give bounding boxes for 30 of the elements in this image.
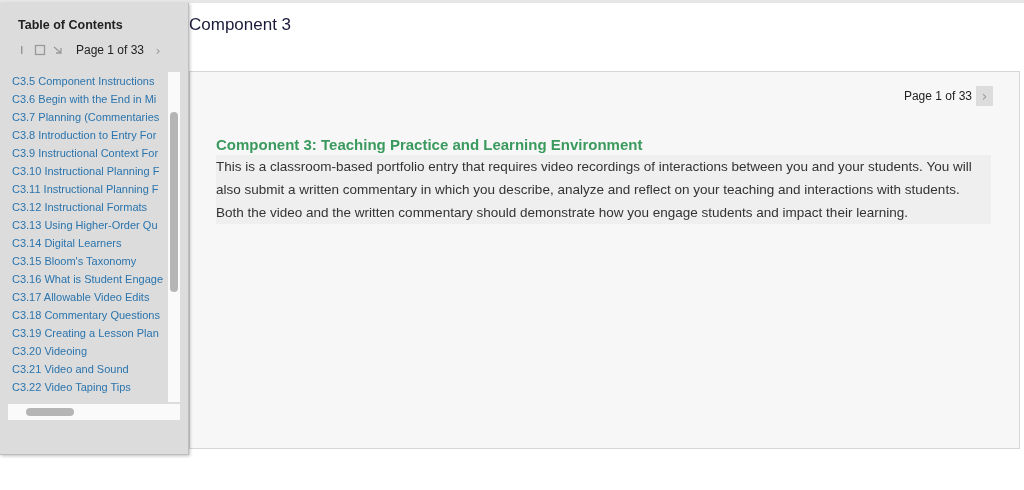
toc-link[interactable]: C3.6 Begin with the End in Mi <box>12 90 157 108</box>
section-description: This is a classroom-based portfolio entry that requires video recordings of interactions between you and your students. You will also submit a written commentary in which you describe, analyze and reflect on your teaching and interactions with students. Both the video and the written commentary should demonstrate how you engage students and impact their learning. <box>216 155 991 224</box>
toc-link[interactable]: C3.11 Instructional Planning F <box>12 180 159 198</box>
toc-link[interactable]: C3.18 Commentary Questions <box>12 306 160 324</box>
next-page-button[interactable]: › <box>150 42 166 58</box>
page-indicator: Page 1 of 33 <box>75 43 144 57</box>
toc-link[interactable]: C3.8 Introduction to Entry For <box>12 126 157 144</box>
arrow-icon[interactable] <box>51 44 64 56</box>
toc-link[interactable]: C3.9 Instructional Context For <box>12 144 159 162</box>
page-title: Component 3 <box>189 15 293 36</box>
toc-link[interactable]: C3.13 Using Higher-Order Qu <box>12 216 158 234</box>
panel-title: Table of Contents <box>18 18 124 32</box>
toc-link[interactable]: C3.20 Videoing <box>12 342 88 360</box>
toc-link[interactable]: C3.14 Digital Learners <box>12 234 122 252</box>
vertical-scrollbar[interactable] <box>168 72 180 402</box>
toc-link[interactable]: C3.19 Creating a Lesson Plan <box>12 324 159 342</box>
toc-link[interactable]: C3.21 Video and Sound <box>12 360 129 378</box>
next-page-button[interactable]: › <box>976 86 993 106</box>
toc-link[interactable]: C3.15 Bloom's Taxonomy <box>12 252 137 270</box>
square-icon[interactable] <box>34 44 46 56</box>
page-indicator: Page 1 of 33 <box>903 89 972 103</box>
toc-link[interactable]: C3.5 Component Instructions <box>12 72 155 90</box>
toc-link[interactable]: C3.7 Planning (Commentaries <box>12 108 160 126</box>
section-heading: Component 3: Teaching Practice and Learning Environment <box>216 136 644 153</box>
toc-link[interactable]: C3.10 Instructional Planning F <box>12 162 160 180</box>
toc-link[interactable]: C3.12 Instructional Formats <box>12 198 148 216</box>
toc-link[interactable]: C3.17 Allowable Video Edits <box>12 288 150 306</box>
horizontal-scrollbar[interactable] <box>8 404 180 420</box>
toc-link[interactable]: C3.16 What is Student Engage <box>12 270 164 288</box>
toc-link[interactable]: C3.22 Video Taping Tips <box>12 378 131 396</box>
